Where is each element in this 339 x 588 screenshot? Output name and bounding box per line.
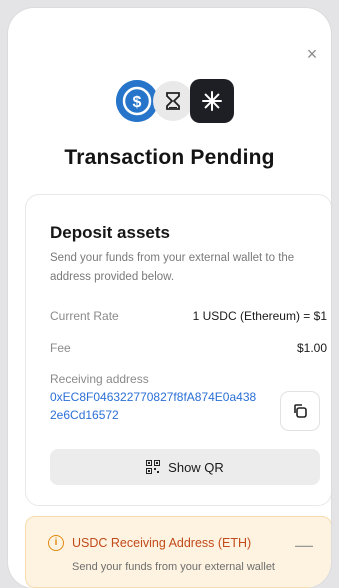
svg-text:$: $ bbox=[133, 94, 142, 111]
transaction-modal: × $ Transaction Pending Deposit assets S… bbox=[8, 8, 331, 588]
rate-value: 1 USDC (Ethereum) = $1 bbox=[192, 309, 327, 323]
asset-icons: $ bbox=[116, 74, 246, 123]
fee-value: $1.00 bbox=[296, 341, 327, 355]
asterisk-icon bbox=[190, 79, 234, 123]
page-title: Transaction Pending bbox=[64, 146, 275, 169]
show-qr-button[interactable]: Show QR bbox=[50, 449, 320, 485]
deposit-description: Send your funds from your external walle… bbox=[50, 252, 295, 283]
rate-row: Current Rate 1 USDC (Ethereum) = $1 bbox=[50, 309, 327, 323]
fee-row: Fee $1.00 bbox=[50, 341, 327, 355]
deposit-card: Deposit assets Send your funds from your… bbox=[25, 194, 331, 506]
receiving-address-label: Receiving address bbox=[50, 372, 149, 386]
usdc-icon: $ bbox=[116, 80, 158, 122]
notice-title: USDC Receiving Address (ETH) bbox=[72, 536, 252, 550]
info-icon: i bbox=[48, 535, 64, 551]
qr-code-icon bbox=[146, 460, 161, 474]
show-qr-label: Show QR bbox=[168, 459, 224, 475]
copy-address-button[interactable] bbox=[280, 391, 320, 431]
fee-label: Fee bbox=[50, 341, 71, 355]
rate-label: Current Rate bbox=[50, 309, 119, 323]
copy-icon bbox=[294, 404, 307, 418]
notice-description: Send your funds from your external walle… bbox=[72, 561, 275, 573]
receiving-address[interactable]: 0xEC8F046322770827f8fA874E0a4382e6Cd1657… bbox=[50, 388, 260, 424]
hourglass-icon bbox=[153, 81, 193, 121]
receiving-address-notice: i USDC Receiving Address (ETH) — Send yo… bbox=[25, 516, 331, 588]
collapse-icon[interactable]: — bbox=[295, 535, 313, 556]
deposit-title: Deposit assets bbox=[50, 223, 170, 242]
close-icon[interactable]: × bbox=[302, 44, 322, 64]
